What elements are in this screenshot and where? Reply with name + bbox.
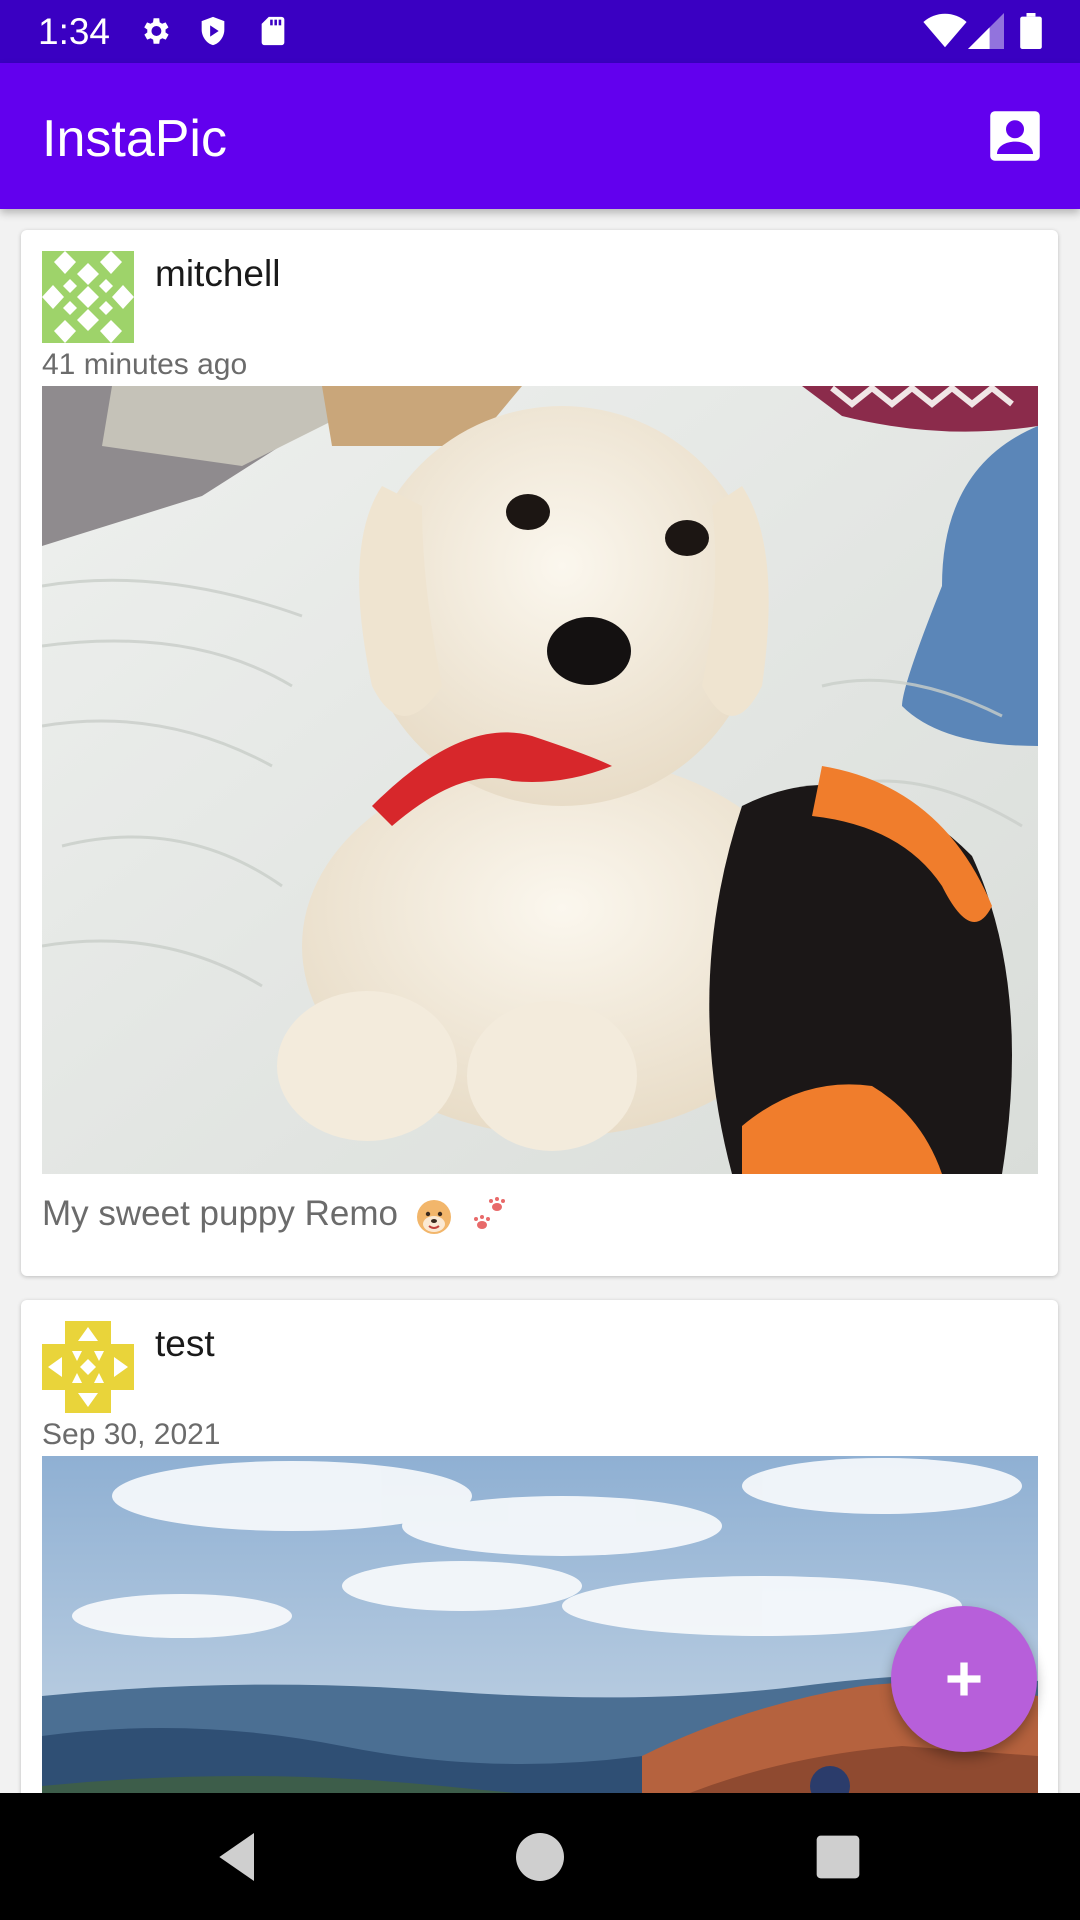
account-box-icon[interactable] <box>988 109 1042 163</box>
sd-card-icon <box>261 16 285 46</box>
post-caption: My sweet puppy Remo <box>42 1192 509 1236</box>
post-image-puppy[interactable] <box>42 386 1038 1174</box>
avatar[interactable] <box>42 251 134 343</box>
add-post-button[interactable] <box>891 1606 1037 1752</box>
post-feed[interactable]: mitchell 41 minutes ago My sweet puppy R… <box>0 209 1080 1793</box>
post-username[interactable]: mitchell <box>155 252 280 296</box>
plus-icon <box>947 1662 981 1696</box>
avatar[interactable] <box>42 1321 134 1413</box>
app-title: InstaPic <box>42 110 227 168</box>
post-username[interactable]: test <box>155 1322 215 1366</box>
paw-prints-emoji <box>474 1196 506 1229</box>
status-bar: 1:34 <box>0 0 1080 63</box>
battery-icon <box>1020 13 1042 49</box>
post-card[interactable]: mitchell 41 minutes ago My sweet puppy R… <box>21 230 1058 1276</box>
dog-face-emoji <box>416 1199 451 1234</box>
recents-button[interactable] <box>806 1825 870 1889</box>
post-timestamp: Sep 30, 2021 <box>42 1418 221 1451</box>
caption-text: My sweet puppy Remo <box>42 1194 398 1233</box>
signal-icon <box>968 13 1004 49</box>
wifi-icon <box>923 13 967 48</box>
status-time: 1:34 <box>38 11 111 52</box>
system-nav-bar <box>0 1793 1080 1920</box>
app-bar: InstaPic <box>0 63 1080 209</box>
post-image-bikers[interactable] <box>42 1456 1038 1793</box>
home-button[interactable] <box>508 1825 572 1889</box>
shield-icon <box>201 16 225 46</box>
post-timestamp: 41 minutes ago <box>42 348 248 381</box>
back-button[interactable] <box>206 1825 270 1889</box>
gear-icon <box>144 18 169 44</box>
